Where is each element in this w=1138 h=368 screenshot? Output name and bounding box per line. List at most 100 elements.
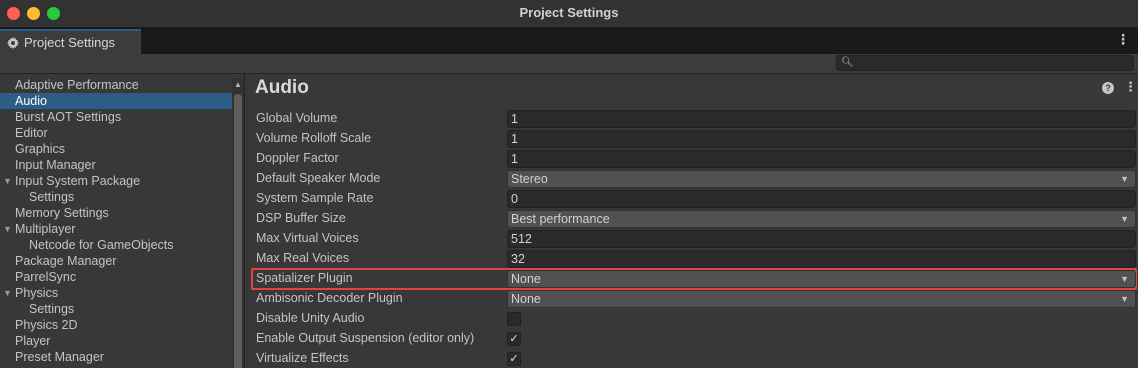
sidebar-item-memory-settings[interactable]: Memory Settings [0, 205, 232, 221]
ambisonic-decoder-plugin-label: Ambisonic Decoder Plugin [256, 291, 403, 305]
doppler-factor-label: Doppler Factor [256, 151, 339, 165]
checkmark-icon: ✓ [509, 333, 519, 345]
dsp-buffer-size-dropdown[interactable]: Best performance ▼ [507, 210, 1136, 228]
sidebar-item-label: Memory Settings [15, 206, 109, 220]
search-icon: 🔍︎ [841, 57, 854, 68]
sidebar-item-package-manager[interactable]: Package Manager [0, 253, 232, 269]
tab-project-settings[interactable]: Project Settings [0, 29, 141, 54]
sidebar-item-label: Audio [15, 94, 47, 108]
property-row-system-sample-rate: System Sample Rate 0 [245, 189, 1138, 209]
sidebar-item-player[interactable]: Player [0, 333, 232, 349]
sidebar-item-multiplayer[interactable]: ▼ Multiplayer [0, 221, 232, 237]
checkmark-icon: ✓ [509, 353, 519, 365]
sidebar-item-label: Burst AOT Settings [15, 110, 122, 124]
sidebar-item-label: Package Manager [15, 254, 117, 268]
chevron-down-icon: ▼ [1120, 274, 1129, 284]
property-row-dsp-buffer-size: DSP Buffer Size Best performance ▼ [245, 209, 1138, 229]
sidebar-item-label: Netcode for GameObjects [29, 238, 174, 252]
property-row-default-speaker-mode: Default Speaker Mode Stereo ▼ [245, 169, 1138, 189]
title-bar: Project Settings [0, 0, 1138, 27]
sidebar-item-preset-manager[interactable]: Preset Manager [0, 349, 232, 365]
property-row-enable-output-suspension: Enable Output Suspension (editor only) ✓ [245, 329, 1138, 349]
disable-unity-audio-label: Disable Unity Audio [256, 311, 365, 325]
scroll-thumb[interactable] [234, 94, 242, 368]
chevron-down-icon: ▼ [1120, 294, 1129, 304]
gear-icon [7, 36, 19, 49]
max-virtual-voices-field[interactable]: 512 [507, 230, 1136, 248]
help-icon[interactable]: ? [1102, 82, 1114, 94]
dsp-buffer-size-value: Best performance [511, 212, 610, 226]
sidebar-item-input-system-package[interactable]: ▼ Input System Package [0, 173, 232, 189]
property-row-virtualize-effects: Virtualize Effects ✓ [245, 349, 1138, 368]
default-speaker-mode-dropdown[interactable]: Stereo ▼ [507, 170, 1136, 188]
sidebar-item-settings[interactable]: Settings [0, 301, 232, 317]
max-real-voices-label: Max Real Voices [256, 251, 350, 265]
spatializer-plugin-label: Spatializer Plugin [256, 271, 353, 285]
window-title: Project Settings [519, 5, 619, 20]
sidebar-item-netcode-for-gameobjects[interactable]: Netcode for GameObjects [0, 237, 232, 253]
property-row-spatializer-plugin: Spatializer Plugin None ▼ [245, 268, 1138, 290]
expand-arrow-icon[interactable]: ▼ [3, 173, 12, 189]
enable-output-suspension-checkbox[interactable]: ✓ [507, 332, 521, 346]
sidebar-list: Adaptive Performance Audio Burst AOT Setti… [0, 77, 232, 365]
sidebar-item-label: Multiplayer [15, 222, 76, 236]
sidebar-item-settings[interactable]: Settings [0, 189, 232, 205]
dsp-buffer-size-label: DSP Buffer Size [256, 211, 346, 225]
sidebar-item-physics-2d[interactable]: Physics 2D [0, 317, 232, 333]
spatializer-plugin-dropdown[interactable]: None ▼ [507, 270, 1136, 288]
sidebar-item-label: Input Manager [15, 158, 96, 172]
sidebar-item-input-manager[interactable]: Input Manager [0, 157, 232, 173]
property-row-max-virtual-voices: Max Virtual Voices 512 [245, 229, 1138, 249]
global-volume-field[interactable]: 1 [507, 110, 1136, 128]
sidebar-item-label: ParrelSync [15, 270, 77, 284]
tab-label: Project Settings [24, 35, 116, 50]
spatializer-plugin-value: None [511, 272, 541, 286]
system-sample-rate-field[interactable]: 0 [507, 190, 1136, 208]
default-speaker-mode-label: Default Speaker Mode [256, 171, 381, 185]
doppler-factor-field[interactable]: 1 [507, 150, 1136, 168]
property-row-ambisonic-decoder-plugin: Ambisonic Decoder Plugin None ▼ [245, 289, 1138, 309]
sidebar-item-label: Settings [29, 302, 75, 316]
sidebar-item-label: Graphics [15, 142, 66, 156]
sidebar-item-burst-aot-settings[interactable]: Burst AOT Settings [0, 109, 232, 125]
panel-more-menu-icon[interactable]: ⋮ [1124, 79, 1137, 95]
tab-bar: Project Settings ⋮ [0, 27, 1138, 54]
sidebar-item-audio[interactable]: Audio [0, 93, 232, 109]
sidebar-item-adaptive-performance[interactable]: Adaptive Performance [0, 77, 232, 93]
tab-more-menu-icon[interactable]: ⋮ [1116, 31, 1130, 48]
sidebar-item-label: Physics 2D [15, 318, 78, 332]
max-real-voices-field[interactable]: 32 [507, 250, 1136, 268]
search-box[interactable]: 🔍︎ [836, 55, 1134, 71]
sidebar-item-graphics[interactable]: Graphics [0, 141, 232, 157]
virtualize-effects-checkbox[interactable]: ✓ [507, 352, 521, 366]
main-panel: Audio ? ⋮ Global Volume 1 Volume Rolloff S… [245, 74, 1138, 368]
max-virtual-voices-label: Max Virtual Voices [256, 231, 359, 245]
disable-unity-audio-checkbox[interactable] [507, 312, 521, 326]
volume-rolloff-scale-label: Volume Rolloff Scale [256, 131, 372, 145]
ambisonic-decoder-plugin-dropdown[interactable]: None ▼ [507, 290, 1136, 308]
sidebar-item-label: Player [15, 334, 51, 348]
default-speaker-mode-value: Stereo [511, 172, 548, 186]
sidebar-item-physics[interactable]: ▼ Physics [0, 285, 232, 301]
system-sample-rate-label: System Sample Rate [256, 191, 374, 205]
sidebar-scrollbar[interactable]: ▲ [232, 78, 244, 368]
global-volume-label: Global Volume [256, 111, 338, 125]
sidebar-item-parrelsync[interactable]: ParrelSync [0, 269, 232, 285]
expand-arrow-icon[interactable]: ▼ [3, 221, 12, 237]
sidebar-item-label: Preset Manager [15, 350, 104, 364]
sidebar-item-label: Adaptive Performance [15, 78, 139, 92]
scroll-up-arrow-icon[interactable]: ▲ [234, 80, 242, 89]
property-row-max-real-voices: Max Real Voices 32 [245, 249, 1138, 269]
toolbar: 🔍︎ [0, 54, 1138, 74]
ambisonic-decoder-plugin-value: None [511, 292, 541, 306]
search-input[interactable] [853, 56, 1131, 70]
chevron-down-icon: ▼ [1120, 214, 1129, 224]
property-row-disable-unity-audio: Disable Unity Audio [245, 309, 1138, 329]
expand-arrow-icon[interactable]: ▼ [3, 285, 12, 301]
sidebar-item-editor[interactable]: Editor [0, 125, 232, 141]
chevron-down-icon: ▼ [1120, 174, 1129, 184]
volume-rolloff-scale-field[interactable]: 1 [507, 130, 1136, 148]
sidebar-item-label: Physics [15, 286, 59, 300]
property-row-global-volume: Global Volume 1 [245, 109, 1138, 129]
enable-output-suspension-label: Enable Output Suspension (editor only) [256, 331, 475, 345]
